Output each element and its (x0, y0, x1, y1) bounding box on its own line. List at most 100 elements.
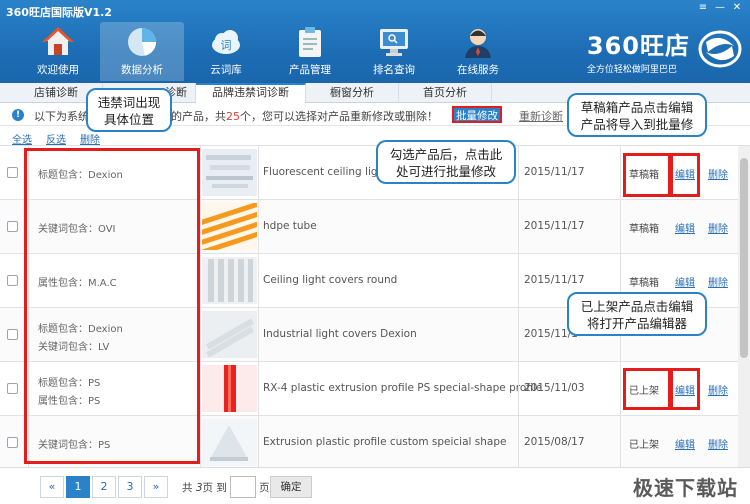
total-suffix: 页 到 (202, 482, 227, 494)
product-status: 草稿箱 (629, 224, 659, 235)
callout-batch-edit: 勾选产品后，点击此处可进行批量修改 (376, 140, 516, 184)
brand-logo-icon (698, 30, 742, 68)
info-count: 25 (226, 110, 240, 123)
product-name: RX-4 plastic extrusion profile PS specia… (263, 382, 543, 394)
total-pages-text: 共 3页 到 (182, 480, 227, 495)
column-divider (258, 146, 259, 467)
highlight-listed-status (623, 368, 671, 410)
close-icon[interactable]: ✕ (730, 2, 744, 14)
row-checkbox[interactable] (7, 329, 18, 340)
row-checkbox[interactable] (7, 275, 18, 286)
batch-edit-button[interactable]: 批量修改 (452, 106, 502, 123)
menu-icon[interactable]: ≡ (696, 2, 710, 14)
total-prefix: 共 (182, 482, 193, 494)
rediagnose-link[interactable]: 重新诊断 (519, 108, 563, 124)
page-number-input[interactable] (230, 476, 256, 498)
prev-page-button[interactable]: « (40, 476, 64, 498)
column-divider (200, 146, 201, 467)
product-date: 2015/11/03 (524, 382, 585, 394)
nav-label: 排名查询 (373, 64, 415, 76)
support-agent-icon (461, 25, 495, 59)
product-thumbnail (202, 257, 257, 304)
total-pages: 3 (195, 482, 203, 494)
callout-banned-word-location: 违禁词出现具体位置 (86, 88, 172, 132)
callout-listed-edit: 已上架产品点击编辑将打开产品编辑器 (567, 292, 707, 336)
monitor-icon (377, 25, 411, 59)
page-unit: 页 (259, 482, 270, 494)
product-thumbnail (202, 419, 257, 466)
nav-item-data-analysis[interactable]: 数据分析 (100, 22, 184, 81)
nav-item-rank-query[interactable]: 排名查询 (352, 22, 436, 81)
product-thumbnail (202, 311, 257, 358)
info-icon: ! (12, 109, 24, 121)
delete-link[interactable]: 删除 (708, 382, 728, 397)
brand-tagline: 全方位轻松做阿里巴巴 (586, 65, 677, 75)
watermark: 极速下载站 (633, 476, 738, 500)
row-checkbox[interactable] (7, 437, 18, 448)
product-thumbnail (202, 203, 257, 250)
nav-label: 在线服务 (457, 64, 499, 76)
info-prefix: 以下为系统 (34, 110, 89, 123)
nav-item-online-service[interactable]: 在线服务 (436, 22, 520, 81)
delete-link[interactable]: 删除 (708, 274, 728, 289)
product-date: 2015/11/17 (524, 166, 585, 178)
nav-label: 欢迎使用 (37, 64, 79, 76)
callout-draft-edit: 草稿箱产品点击编辑产品将导入到批量修 (567, 93, 707, 137)
delete-link[interactable]: 删除 (708, 220, 728, 235)
highlight-edit-link-listed (670, 368, 700, 410)
product-thumbnail (202, 149, 257, 196)
tab-brand-banned-words[interactable]: 品牌违禁词诊断 (196, 83, 306, 103)
product-status: 草稿箱 (629, 278, 659, 289)
invert-selection-link[interactable]: 反选 (46, 131, 66, 146)
product-date: 2015/11/17 (524, 274, 585, 286)
brand-name: 360旺店 (586, 32, 690, 60)
product-name: Ceiling light covers round (263, 274, 398, 286)
nav-label: 产品管理 (289, 64, 331, 76)
minimize-icon[interactable]: — (713, 2, 727, 14)
row-checkbox[interactable] (7, 167, 18, 178)
product-thumbnail (202, 365, 257, 412)
row-checkbox[interactable] (7, 383, 18, 394)
tab-homepage-analysis[interactable]: 首页分析 (399, 83, 492, 103)
edit-link[interactable]: 编辑 (675, 220, 695, 235)
nav-label: 云词库 (210, 64, 242, 76)
product-name: hdpe tube (263, 220, 317, 232)
page-button[interactable]: 2 (92, 476, 116, 498)
nav-label: 数据分析 (121, 64, 163, 76)
next-page-button[interactable]: » (144, 476, 168, 498)
column-divider (518, 146, 519, 467)
vertical-scrollbar[interactable] (738, 146, 750, 467)
cloud-icon: 词 (209, 25, 243, 59)
nav-item-cloud-words[interactable]: 词 云词库 (184, 22, 268, 81)
highlight-draft-status (623, 153, 671, 197)
delete-link[interactable]: 删除 (708, 166, 728, 181)
app-header: 360旺店国际版V1.2 ≡ — ✕ 欢迎使用 数据分析 词 云词库 产品管理 … (0, 0, 750, 83)
home-icon (41, 25, 75, 59)
select-all-link[interactable]: 全选 (12, 131, 32, 146)
product-date: 2015/08/17 (524, 436, 585, 448)
nav-item-product-management[interactable]: 产品管理 (268, 22, 352, 81)
info-suffix: 个，您可以选择对产品重新修改或删除！ (240, 110, 438, 123)
nav-item-welcome[interactable]: 欢迎使用 (16, 22, 100, 81)
delete-selected-link[interactable]: 删除 (80, 131, 100, 146)
edit-link[interactable]: 编辑 (675, 274, 695, 289)
edit-link[interactable]: 编辑 (675, 436, 695, 451)
clipboard-icon (293, 25, 327, 59)
pie-chart-icon (125, 25, 159, 59)
window-title: 360旺店国际版V1.2 (6, 6, 112, 19)
svg-text:词: 词 (221, 39, 232, 52)
page-button[interactable]: 3 (118, 476, 142, 498)
go-button[interactable]: 确定 (270, 476, 312, 498)
product-name: Extrusion plastic profile custom speicia… (263, 436, 507, 448)
product-status: 已上架 (629, 440, 659, 451)
delete-link[interactable]: 删除 (708, 436, 728, 451)
row-checkbox[interactable] (7, 221, 18, 232)
pagination: « 1 2 3 » 共 3页 到 页 确定 极速下载站 (0, 467, 750, 504)
highlight-edit-link (670, 153, 700, 197)
brand: 360旺店 全方位轻松做阿里巴巴 (587, 26, 690, 75)
page-button[interactable]: 1 (66, 476, 90, 498)
highlight-banned-word-column (24, 148, 200, 464)
scrollbar-thumb[interactable] (740, 158, 748, 358)
main-nav: 欢迎使用 数据分析 词 云词库 产品管理 排名查询 在线服务 (16, 22, 520, 81)
tab-showcase-analysis[interactable]: 橱窗分析 (306, 83, 399, 103)
